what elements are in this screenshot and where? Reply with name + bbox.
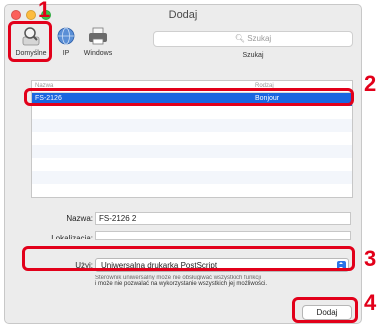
- search-icon: 🔍︎: [234, 34, 245, 43]
- callout-number-2: 2: [364, 71, 377, 96]
- empty-row: [32, 132, 352, 145]
- callout-box-printer: [24, 88, 354, 106]
- search-placeholder: Szukaj: [247, 34, 272, 43]
- toolbar-ip-button[interactable]: IP: [54, 25, 78, 63]
- empty-row: [32, 145, 352, 158]
- search-input[interactable]: 🔍︎ Szukaj: [153, 31, 353, 47]
- callout-number-4: 4: [364, 290, 377, 315]
- toolbar-windows-label: Windows: [83, 50, 113, 57]
- search-caption: Szukaj: [242, 52, 264, 59]
- callout-box-add: [292, 297, 358, 323]
- window-title: Dodaj: [168, 9, 198, 21]
- empty-row: [32, 158, 352, 171]
- name-label: Nazwa:: [66, 214, 93, 223]
- empty-row: [32, 119, 352, 132]
- empty-row: [32, 106, 352, 119]
- name-field[interactable]: FS-2126 2: [95, 212, 351, 225]
- callout-number-1: 1: [38, 0, 51, 22]
- toolbar-windows-button[interactable]: Windows: [77, 25, 119, 63]
- minimize-button[interactable]: [26, 10, 36, 20]
- driver-note-hidden: Sterownik uniwersalny może nie obsługiwa…: [95, 275, 262, 280]
- close-button[interactable]: [11, 10, 21, 20]
- callout-number-3: 3: [364, 246, 377, 271]
- printer-icon: [89, 27, 107, 45]
- empty-row: [32, 184, 352, 197]
- location-field[interactable]: [95, 231, 351, 240]
- driver-note: i może nie pozwalać na wykorzystanie wsz…: [95, 281, 268, 287]
- add-printer-window: Dodaj Domyślne IP Windows 🔍︎ Szukaj Szuk…: [4, 4, 362, 324]
- screenshot-stage: Dodaj Domyślne IP Windows 🔍︎ Szukaj Szuk…: [0, 0, 384, 327]
- callout-box-toolbar: [8, 21, 52, 62]
- empty-row: [32, 171, 352, 184]
- location-label: Lokalizacja:: [51, 234, 93, 239]
- callout-box-driver: [22, 246, 355, 271]
- globe-icon: [57, 27, 75, 45]
- toolbar: Domyślne IP Windows 🔍︎ Szukaj Szukaj: [5, 23, 361, 65]
- toolbar-ip-label: IP: [62, 50, 70, 57]
- title-bar: Dodaj: [5, 5, 361, 25]
